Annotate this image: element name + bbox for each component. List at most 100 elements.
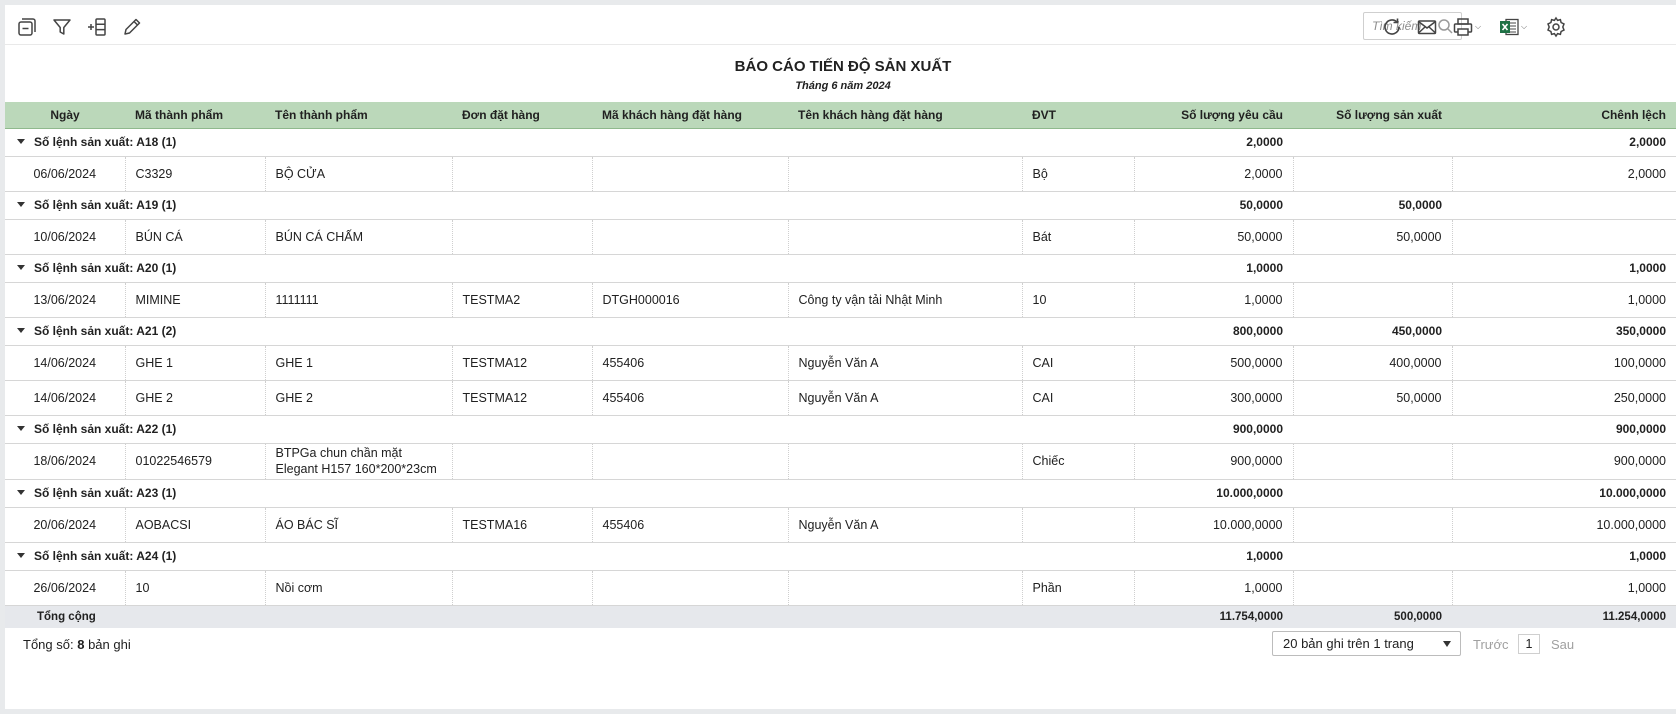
edit-icon[interactable] xyxy=(120,15,144,39)
group-label: Số lệnh sản xuất: A20 (1) xyxy=(34,261,177,275)
column-header-unit[interactable]: ĐVT xyxy=(1022,102,1134,129)
cell-order: TESTMA12 xyxy=(452,345,593,381)
collapse-toggle-icon[interactable] xyxy=(17,202,25,208)
table-row[interactable]: 20/06/2024 AOBACSI ÁO BÁC SĨ TESTMA16 45… xyxy=(5,507,1676,543)
table-row[interactable]: 18/06/2024 01022546579 BTPGa chun chần m… xyxy=(5,443,1676,480)
cell-product-code: 01022546579 xyxy=(125,443,266,480)
table-row[interactable]: 14/06/2024 GHE 1 GHE 1 TESTMA12 455406 N… xyxy=(5,345,1676,381)
collapse-toggle-icon[interactable] xyxy=(17,426,25,432)
page-size-select[interactable]: 20 bản ghi trên 1 trang xyxy=(1272,631,1461,656)
cell-unit: Bát xyxy=(1022,219,1135,255)
cell-customer-code: DTGH000016 xyxy=(592,282,789,318)
cell-unit: Bộ xyxy=(1022,156,1135,192)
cell-order: TESTMA12 xyxy=(452,380,593,416)
group-difference: 350,0000 xyxy=(1452,317,1676,346)
group-produced-qty xyxy=(1293,479,1452,508)
current-page-button[interactable]: 1 xyxy=(1518,634,1540,654)
group-row[interactable]: Số lệnh sản xuất: A24 (1) 1,0000 1,0000 xyxy=(5,542,1676,571)
collapse-toggle-icon[interactable] xyxy=(17,265,25,271)
cell-date: 10/06/2024 xyxy=(5,219,126,255)
group-row[interactable]: Số lệnh sản xuất: A19 (1) 50,0000 50,000… xyxy=(5,191,1676,220)
group-label: Số lệnh sản xuất: A18 (1) xyxy=(34,135,177,149)
print-dropdown-chevron-icon[interactable]: ⌵ xyxy=(1475,22,1481,32)
table-row[interactable]: 10/06/2024 BÚN CÁ BÚN CÁ CHẤM Bát 50,000… xyxy=(5,219,1676,255)
record-count-value: 8 xyxy=(77,637,85,652)
export-dropdown-chevron-icon[interactable]: ⌵ xyxy=(1521,22,1527,32)
group-produced-qty xyxy=(1293,415,1452,444)
cell-date: 18/06/2024 xyxy=(5,443,126,480)
group-row[interactable]: Số lệnh sản xuất: A18 (1) 2,0000 2,0000 xyxy=(5,128,1676,157)
collapse-toggle-icon[interactable] xyxy=(17,139,25,145)
total-label: Tổng cộng xyxy=(5,604,1134,628)
cell-product-name: BỘ CỬA xyxy=(265,156,453,192)
group-row[interactable]: Số lệnh sản xuất: A20 (1) 1,0000 1,0000 xyxy=(5,254,1676,283)
table-row[interactable]: 14/06/2024 GHE 2 GHE 2 TESTMA12 455406 N… xyxy=(5,380,1676,416)
column-header-produced-qty[interactable]: Số lượng sản xuất xyxy=(1293,102,1452,129)
collapse-toggle-icon[interactable] xyxy=(17,328,25,334)
column-header-customer-code[interactable]: Mã khách hàng đặt hàng xyxy=(592,102,788,129)
group-difference: 1,0000 xyxy=(1452,254,1676,283)
column-header-date[interactable]: Ngày xyxy=(5,102,125,129)
refresh-icon[interactable] xyxy=(1380,15,1404,39)
print-icon[interactable] xyxy=(1451,15,1475,39)
table-row[interactable]: 26/06/2024 10 Nồi cơm Phần 1,0000 1,0000 xyxy=(5,570,1676,606)
record-count: Tổng số: 8 bản ghi xyxy=(23,637,131,652)
cell-produced-qty: 400,0000 xyxy=(1293,345,1453,381)
cell-date: 06/06/2024 xyxy=(5,156,126,192)
filter-icon[interactable] xyxy=(50,15,74,39)
collapse-toggle-icon[interactable] xyxy=(17,553,25,559)
email-icon[interactable] xyxy=(1415,15,1439,39)
table-row[interactable]: 06/06/2024 C3329 BỘ CỬA Bộ 2,0000 2,0000 xyxy=(5,156,1676,192)
column-header-order[interactable]: Đơn đặt hàng xyxy=(452,102,592,129)
group-difference: 10.000,0000 xyxy=(1452,479,1676,508)
cell-customer-code xyxy=(592,443,789,480)
column-header-product-code[interactable]: Mã thành phẩm xyxy=(125,102,265,129)
column-header-product-name[interactable]: Tên thành phẩm xyxy=(265,102,452,129)
cell-customer-name: Nguyễn Văn A xyxy=(788,380,1023,416)
cell-produced-qty xyxy=(1293,507,1453,543)
total-required-qty: 11.754,0000 xyxy=(1134,604,1293,628)
group-label: Số lệnh sản xuất: A19 (1) xyxy=(34,198,177,212)
cell-date: 13/06/2024 xyxy=(5,282,126,318)
cell-product-code: BÚN CÁ xyxy=(125,219,266,255)
cell-difference: 100,0000 xyxy=(1452,345,1676,381)
cell-product-code: GHE 2 xyxy=(125,380,266,416)
report-window: ⌵ ⌵ BÁO CÁO TIẾN ĐỘ SẢN XUẤT Tháng 6 năm… xyxy=(5,5,1676,709)
cell-order xyxy=(452,219,593,255)
cell-product-name: BÚN CÁ CHẤM xyxy=(265,219,453,255)
settings-gear-icon[interactable] xyxy=(1544,15,1568,39)
search-box[interactable] xyxy=(1363,12,1462,40)
group-required-qty: 50,0000 xyxy=(1134,191,1293,220)
cell-customer-code: 455406 xyxy=(592,345,789,381)
cell-date: 20/06/2024 xyxy=(5,507,126,543)
add-column-icon[interactable] xyxy=(85,15,109,39)
collapse-toggle-icon[interactable] xyxy=(17,490,25,496)
next-page-button[interactable]: Sau xyxy=(1551,637,1574,652)
page-size-value: 20 bản ghi trên 1 trang xyxy=(1283,636,1414,651)
table-header-row: Ngày Mã thành phẩm Tên thành phẩm Đơn đặ… xyxy=(5,102,1676,129)
cell-required-qty: 10.000,0000 xyxy=(1134,507,1294,543)
prev-page-button[interactable]: Trước xyxy=(1473,637,1509,652)
cell-difference xyxy=(1452,219,1676,255)
cell-customer-code: 455406 xyxy=(592,380,789,416)
total-produced-qty: 500,0000 xyxy=(1293,604,1452,628)
cell-customer-code: 455406 xyxy=(592,507,789,543)
group-difference: 900,0000 xyxy=(1452,415,1676,444)
excel-export-icon[interactable] xyxy=(1497,15,1521,39)
column-header-customer-name[interactable]: Tên khách hàng đặt hàng xyxy=(788,102,1022,129)
group-required-qty: 10.000,0000 xyxy=(1134,479,1293,508)
group-label: Số lệnh sản xuất: A23 (1) xyxy=(34,486,177,500)
group-row[interactable]: Số lệnh sản xuất: A21 (2) 800,0000 450,0… xyxy=(5,317,1676,346)
group-required-qty: 800,0000 xyxy=(1134,317,1293,346)
column-header-required-qty[interactable]: Số lượng yêu cầu xyxy=(1134,102,1293,129)
group-row[interactable]: Số lệnh sản xuất: A22 (1) 900,0000 900,0… xyxy=(5,415,1676,444)
cell-customer-code xyxy=(592,219,789,255)
group-row[interactable]: Số lệnh sản xuất: A23 (1) 10.000,0000 10… xyxy=(5,479,1676,508)
table-row[interactable]: 13/06/2024 MIMINE 1111111 TESTMA2 DTGH00… xyxy=(5,282,1676,318)
group-required-qty: 1,0000 xyxy=(1134,254,1293,283)
column-header-difference[interactable]: Chênh lệch xyxy=(1452,102,1676,129)
cell-product-name: GHE 1 xyxy=(265,345,453,381)
collapse-all-icon[interactable] xyxy=(15,15,39,39)
group-produced-qty: 50,0000 xyxy=(1293,191,1452,220)
cell-unit: Chiếc xyxy=(1022,443,1135,480)
